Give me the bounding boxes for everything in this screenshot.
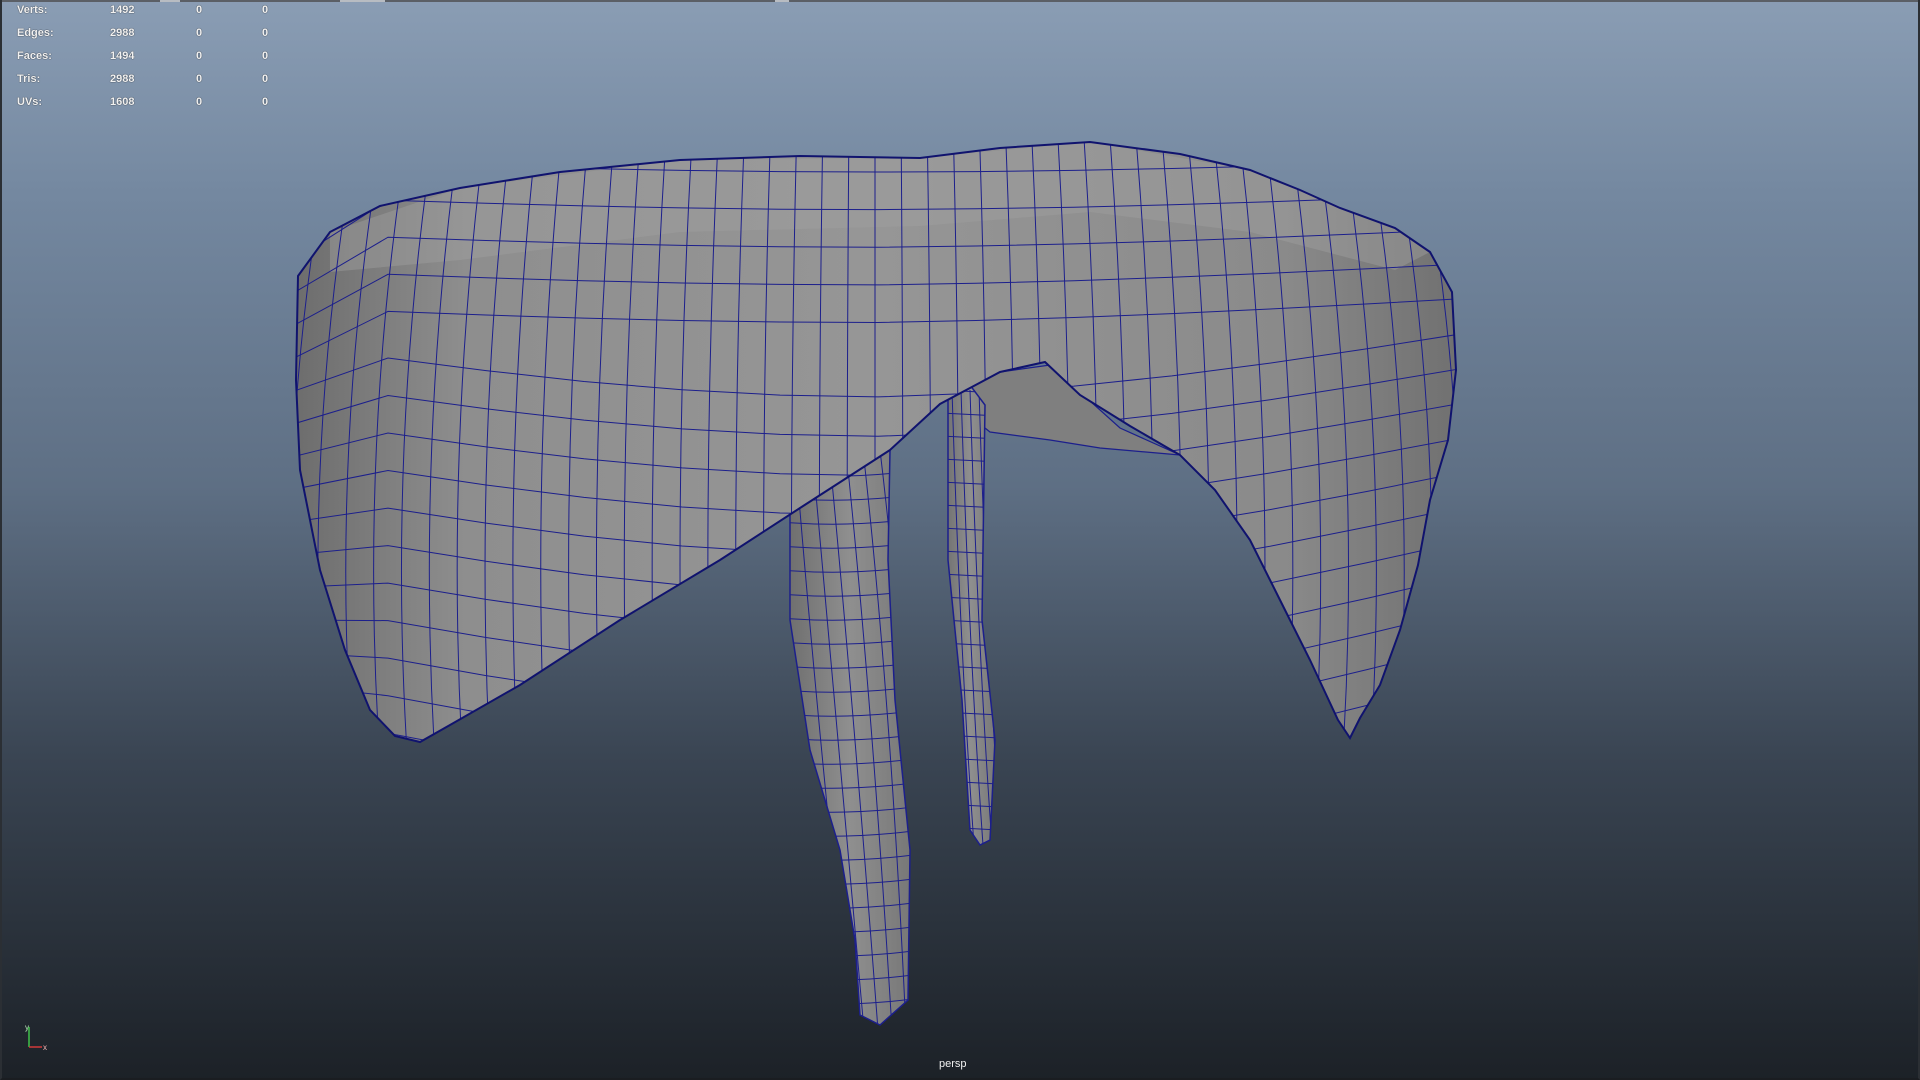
mesh-leg-thin[interactable] [940, 380, 1001, 853]
camera-label: persp [939, 1058, 967, 1070]
viewport-3d-mesh[interactable] [0, 0, 1920, 1080]
axis-y-label: y [25, 1023, 29, 1032]
axis-x-label: x [43, 1043, 47, 1052]
mesh-leg-wide[interactable] [780, 440, 934, 1040]
view-axis-icon: y x [22, 1022, 52, 1052]
